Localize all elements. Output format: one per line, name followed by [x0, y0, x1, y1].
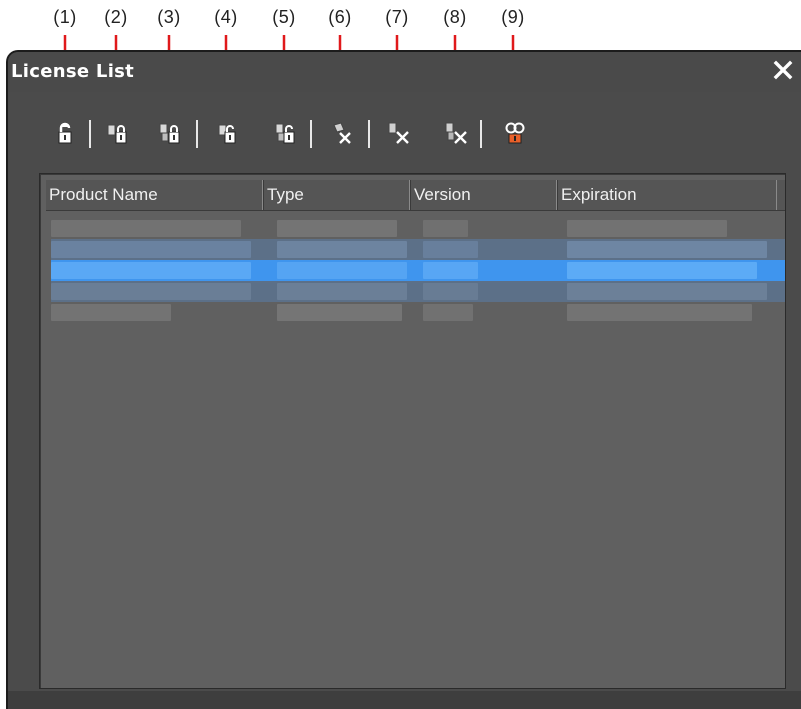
- toolbar-separator: [310, 120, 312, 148]
- toolbar-button-2[interactable]: [104, 120, 130, 146]
- toolbar-button-9[interactable]: [502, 120, 528, 146]
- table-row-selected[interactable]: [51, 260, 785, 281]
- table-row[interactable]: [51, 302, 785, 323]
- table-row[interactable]: [51, 239, 785, 260]
- license-info-icon: [505, 122, 525, 144]
- toolbar-button-4[interactable]: [215, 120, 241, 146]
- table-cell-version: [423, 304, 473, 321]
- table-cell-expiration: [567, 262, 757, 279]
- column-header-product-name[interactable]: Product Name: [46, 180, 263, 210]
- table-cell-version: [423, 220, 468, 237]
- table-cell-product-name: [51, 283, 251, 300]
- title-bar[interactable]: License List: [8, 52, 801, 92]
- toolbar-button-6[interactable]: [329, 120, 355, 146]
- license-checkout-icon: [107, 124, 127, 144]
- toolbar-button-8[interactable]: [444, 120, 470, 146]
- window-bottom-bar: [8, 691, 801, 709]
- table-cell-version: [423, 262, 478, 279]
- toolbar-separator: [196, 120, 198, 148]
- toolbar: [8, 104, 801, 152]
- table-cell-type: [277, 304, 402, 321]
- table-cell-expiration: [567, 241, 767, 258]
- license-remove-icon: [333, 122, 351, 144]
- table-cell-type: [277, 283, 407, 300]
- toolbar-separator: [368, 120, 370, 148]
- table-row[interactable]: [51, 281, 785, 302]
- column-header-type[interactable]: Type: [263, 180, 410, 210]
- table-cell-type: [277, 220, 397, 237]
- license-retrieve-icon: [58, 122, 72, 144]
- license-disable-icon: [388, 122, 409, 144]
- column-header-version[interactable]: Version: [410, 180, 557, 210]
- toolbar-separator: [480, 120, 482, 148]
- license-list-window: License List Product Name Type Version E…: [6, 50, 801, 709]
- table-cell-product-name: [51, 220, 241, 237]
- close-button[interactable]: [769, 56, 797, 84]
- toolbar-button-7[interactable]: [386, 120, 412, 146]
- table-cell-expiration: [567, 304, 752, 321]
- toolbar-button-1[interactable]: [52, 120, 78, 146]
- toolbar-button-5[interactable]: [273, 120, 299, 146]
- license-checkout-all-icon: [159, 123, 180, 144]
- table-cell-expiration: [567, 220, 727, 237]
- table-cell-product-name: [51, 241, 251, 258]
- list-rows: [51, 218, 785, 323]
- toolbar-button-3[interactable]: [157, 120, 183, 146]
- table-cell-version: [423, 241, 478, 258]
- table-row[interactable]: [51, 218, 785, 239]
- table-cell-expiration: [567, 283, 767, 300]
- close-icon: [773, 60, 793, 80]
- license-return-icon: [218, 124, 236, 144]
- table-cell-product-name: [51, 304, 171, 321]
- license-return-all-icon: [275, 123, 295, 144]
- license-disable-all-icon: [445, 122, 467, 144]
- table-cell-type: [277, 241, 407, 258]
- toolbar-separator: [89, 120, 91, 148]
- license-list[interactable]: Product Name Type Version Expiration: [39, 173, 786, 689]
- column-header-expiration[interactable]: Expiration: [557, 180, 777, 210]
- table-cell-type: [277, 262, 407, 279]
- table-cell-version: [423, 283, 478, 300]
- list-header: Product Name Type Version Expiration: [46, 180, 785, 211]
- window-title: License List: [11, 61, 135, 82]
- table-cell-product-name: [51, 262, 251, 279]
